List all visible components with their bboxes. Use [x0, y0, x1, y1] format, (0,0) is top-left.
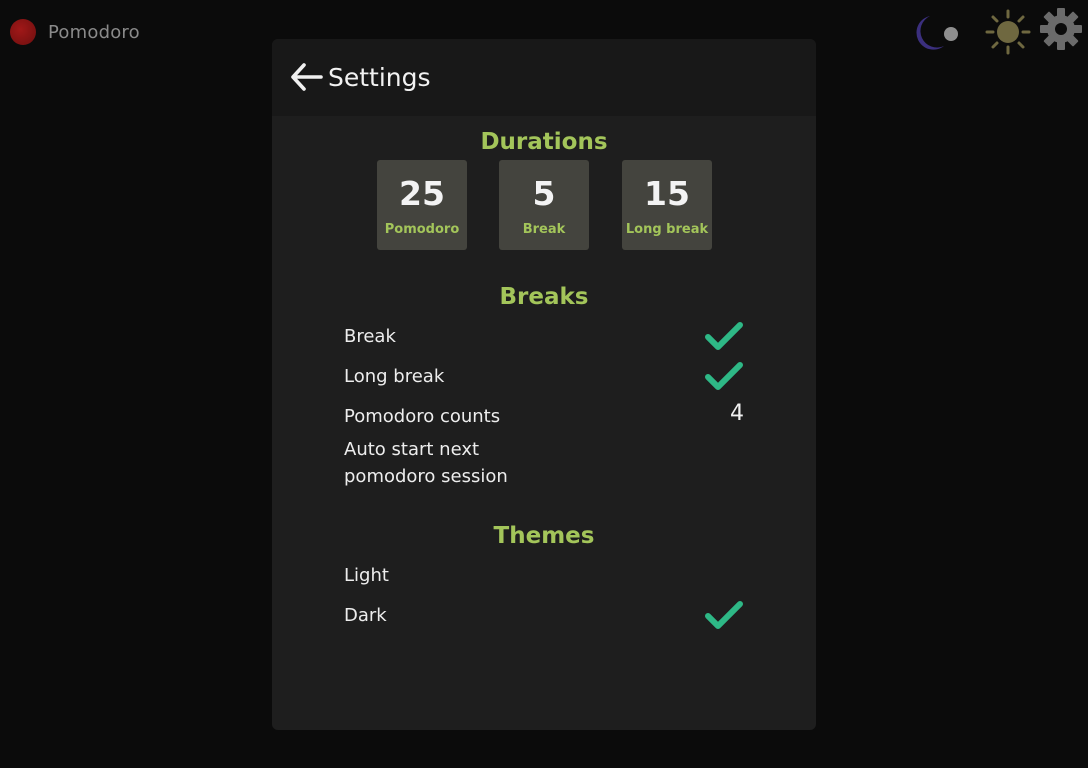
sun-icon[interactable]: [984, 8, 1032, 56]
durations-heading: Durations: [480, 129, 608, 155]
long-break-duration-label: Long break: [625, 222, 709, 237]
theme-option-light[interactable]: Light: [344, 562, 389, 589]
settings-header: Settings: [272, 39, 816, 116]
break-duration-value: 5: [532, 174, 556, 213]
tomato-logo-icon: [10, 19, 36, 45]
gear-icon[interactable]: [1038, 6, 1084, 52]
breaks-heading: Breaks: [499, 284, 589, 310]
auto-start-label-line1: Auto start next: [344, 439, 480, 460]
pomodoro-counts-value[interactable]: 4: [692, 401, 744, 426]
app-name: Pomodoro: [48, 21, 140, 43]
back-arrow-icon[interactable]: [290, 62, 324, 92]
settings-panel: Settings Durations 25 Pomodoro 5 Break 1…: [272, 39, 816, 730]
pomodoro-counts-label: Pomodoro counts: [344, 406, 501, 427]
long-break-duration-box[interactable]: 15 Long break: [622, 160, 712, 250]
pomodoro-duration-label: Pomodoro: [384, 222, 460, 237]
themes-heading: Themes: [493, 523, 595, 549]
long-break-toggle-label[interactable]: Long break: [344, 363, 444, 390]
moon-toggle-icon[interactable]: [904, 10, 964, 54]
page-title: Settings: [328, 63, 431, 92]
pomodoro-duration-value: 25: [399, 174, 445, 213]
long-break-check-icon[interactable]: [704, 360, 744, 394]
auto-start-label-line2: pomodoro session: [344, 466, 508, 487]
long-break-duration-value: 15: [644, 174, 690, 213]
dark-theme-check-icon[interactable]: [704, 599, 744, 633]
break-duration-label: Break: [522, 222, 566, 237]
break-toggle-label[interactable]: Break: [344, 323, 396, 350]
pomodoro-duration-box[interactable]: 25 Pomodoro: [377, 160, 467, 250]
break-duration-box[interactable]: 5 Break: [499, 160, 589, 250]
brand[interactable]: Pomodoro: [10, 18, 140, 46]
auto-start-toggle-label[interactable]: Auto start next pomodoro session: [344, 436, 508, 490]
break-check-icon[interactable]: [704, 320, 744, 354]
theme-option-dark[interactable]: Dark: [344, 602, 387, 629]
